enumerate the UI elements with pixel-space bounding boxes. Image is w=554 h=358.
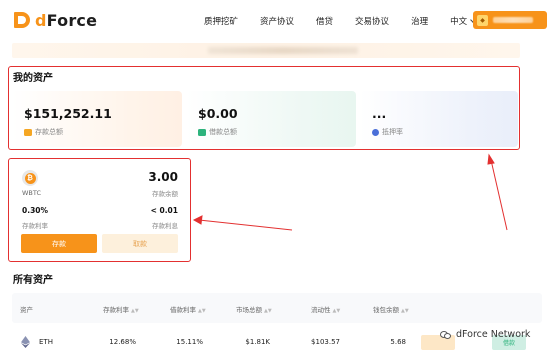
logo-text: dForce [35,10,98,30]
wallet-address-blurred [493,17,533,23]
sort-icon: ▲▼ [198,308,206,314]
deposit-icon [24,128,32,136]
collateral-ratio-label: 抵押率 [382,128,403,136]
deposit-rate-label: 存款利率 [22,222,48,230]
page: dForce 质押挖矿 资产协议 借贷 交易协议 治理 中文 ◆ 我的资产 $1… [0,0,554,358]
total-deposit-value: $151,252.11 [24,106,112,121]
withdraw-button[interactable]: 取款 [102,234,178,253]
annotation-arrow-left [198,219,293,231]
nav-asset-protocol[interactable]: 资产协议 [260,15,294,27]
nav-staking-mining[interactable]: 质押挖矿 [204,15,238,27]
fox-wallet-icon: ◆ [477,14,488,26]
token-name: WBTC [22,189,42,197]
total-borrow-label: 借款总额 [209,128,237,136]
deposit-rate-cell: 12.68% [109,338,136,346]
deposit-balance-label: 存款余额 [152,190,178,198]
ethereum-icon [21,336,30,348]
banner-text-blurred [208,47,358,54]
collateral-ratio-value: ... [372,106,387,121]
total-deposit-label-row: 存款总额 [24,127,63,137]
deposit-rate-value: 0.30% [22,206,49,215]
sort-icon: ▲▼ [131,308,139,314]
my-assets-title: 我的资产 [13,73,53,84]
sort-icon: ▲▼ [332,308,341,314]
market-total-cell: $1.81K [245,338,270,346]
annotation-arrow-up [490,159,508,231]
liquidity-cell: $103.57 [311,338,340,346]
top-header: dForce 质押挖矿 资产协议 借贷 交易协议 治理 中文 ◆ [0,0,554,42]
column-borrow-rate[interactable]: 借款利率 ▲▼ [170,304,206,314]
language-label: 中文 [450,17,468,27]
borrow-icon [198,128,206,136]
main-nav: 质押挖矿 资产协议 借贷 交易协议 治理 中文 [204,15,497,27]
sort-icon: ▲▼ [264,308,272,314]
all-assets-title: 所有资产 [13,275,53,286]
total-borrow-value: $0.00 [198,106,238,121]
deposit-interest-label: 存款利息 [152,222,178,230]
deposit-button[interactable]: 存款 [21,234,97,253]
column-asset: 资产 [20,306,33,314]
nav-trading-protocol[interactable]: 交易协议 [355,15,389,27]
nav-lending[interactable]: 借贷 [316,15,333,27]
nav-governance[interactable]: 治理 [411,15,428,27]
collateral-icon [372,128,379,136]
asset-name: ETH [39,338,53,346]
column-market-total[interactable]: 市场总额 ▲▼ [236,304,272,314]
wallet-balance-cell: 5.68 [390,338,406,346]
total-deposit-card: $151,252.11 存款总额 [12,91,182,147]
total-deposit-label: 存款总额 [35,128,63,136]
language-selector[interactable]: 中文 [450,15,476,27]
column-deposit-rate[interactable]: 存款利率 ▲▼ [103,304,139,314]
collateral-ratio-card: ... 抵押率 [360,91,518,147]
notice-banner [12,43,520,58]
collateral-ratio-label-row: 抵押率 [372,127,403,137]
assets-table-header [12,293,542,323]
wallet-account-button[interactable]: ◆ [473,11,547,29]
deposit-balance-value: 3.00 [148,170,178,184]
bitcoin-icon: ₿ [22,170,38,186]
total-borrow-label-row: 借款总额 [198,127,237,137]
dforce-logo-icon [12,10,32,30]
deposit-interest-value: < 0.01 [150,206,178,215]
dforce-logo[interactable]: dForce [12,10,97,30]
column-liquidity[interactable]: 流动性 ▲▼ [311,304,340,314]
wechat-icon [440,330,452,340]
total-borrow-card: $0.00 借款总额 [186,91,356,147]
borrow-rate-cell: 15.11% [176,338,203,346]
sort-icon: ▲▼ [401,308,409,314]
wechat-watermark: dForce Network [440,329,530,340]
column-wallet-balance[interactable]: 钱包余额 ▲▼ [373,304,409,314]
watermark-text: dForce Network [456,329,531,340]
